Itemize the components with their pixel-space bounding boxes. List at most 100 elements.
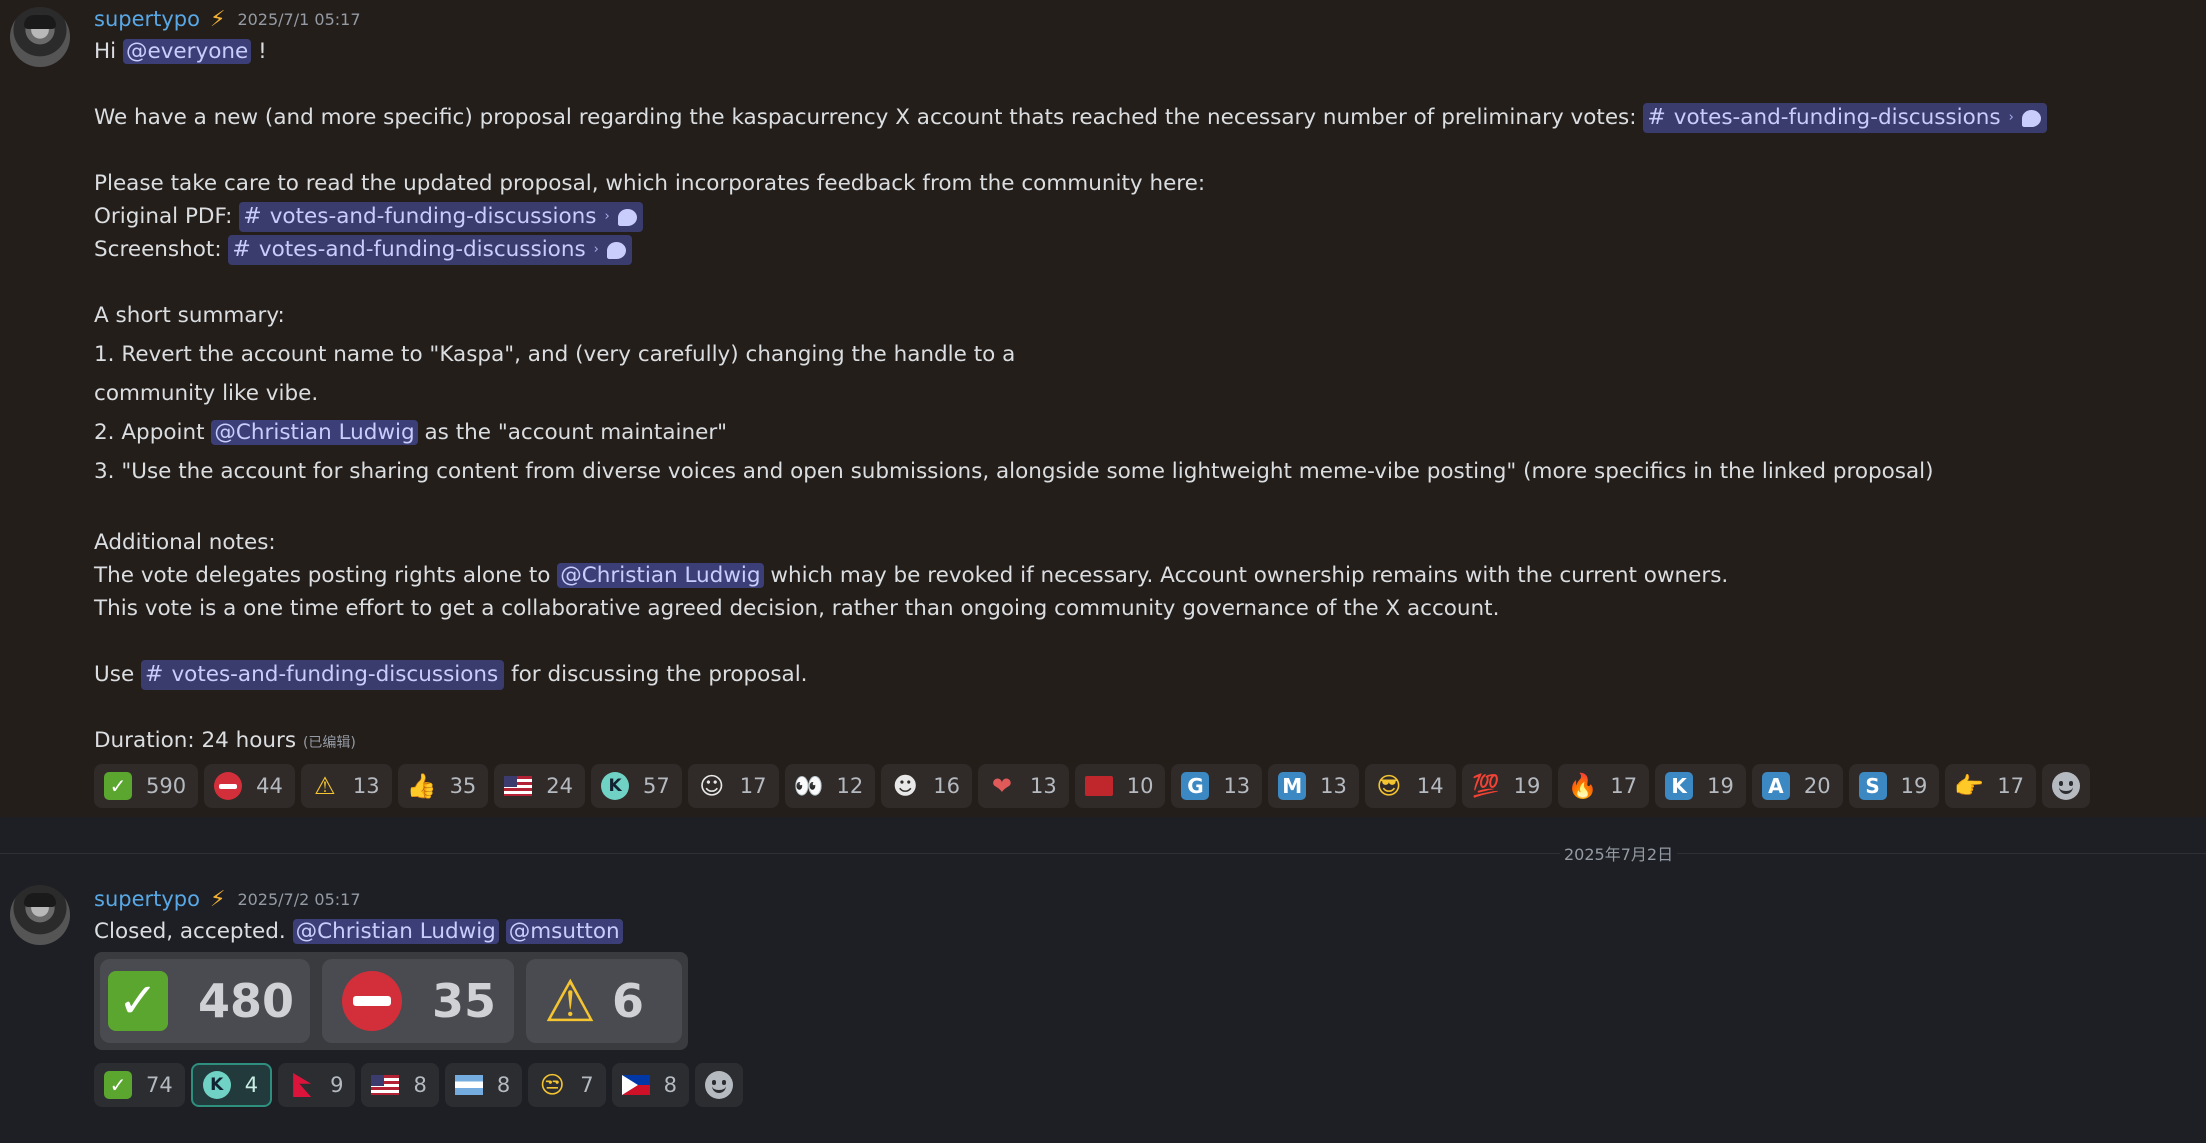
reaction[interactable]: ☻ 16 [881, 764, 972, 808]
fire-icon: 🔥 [1567, 772, 1598, 800]
reaction[interactable]: 44 [204, 764, 295, 808]
reaction[interactable]: 8 [611, 1063, 689, 1107]
reaction[interactable]: 😒 7 [528, 1063, 606, 1107]
thread-bubble-icon [617, 208, 637, 226]
warning-icon: ⚠ [544, 967, 596, 1035]
reaction[interactable]: 💯 19 [1461, 764, 1553, 808]
letter-a-icon: A [1761, 772, 1790, 800]
reaction[interactable]: K 57 [591, 764, 682, 808]
lightning-bolt-icon: ⚡ [209, 6, 226, 32]
reaction[interactable]: 👀 12 [784, 764, 876, 808]
reaction[interactable]: 8 [444, 1063, 523, 1107]
reaction[interactable]: K 19 [1655, 764, 1746, 808]
reaction[interactable]: 👉 17 [1945, 764, 2037, 808]
reaction-count: 19 [1707, 774, 1734, 798]
reaction-count: 7 [580, 1073, 594, 1097]
summary-item-1b: community like vibe. [94, 381, 319, 406]
notes-title: Additional notes: [94, 530, 276, 555]
heart-hand-icon: ❤ [991, 772, 1013, 800]
no-entry-icon [342, 971, 402, 1031]
result-abstain: ⚠ 6 [526, 959, 682, 1043]
username[interactable]: supertypo [94, 887, 200, 911]
reaction[interactable]: A 20 [1751, 764, 1843, 808]
vote-results-image[interactable]: ✓ 480 35 ⚠ 6 [94, 952, 688, 1050]
closed-line: Closed, accepted. @Christian Ludwig @msu… [94, 917, 623, 947]
reaction-count: 19 [1900, 774, 1928, 798]
channel-name: votes-and-funding-discussions [269, 204, 597, 229]
read-line: Please take care to read the updated pro… [94, 169, 1205, 199]
red-flag-icon [1084, 772, 1113, 800]
mention-christian-ludwig[interactable]: @Christian Ludwig [211, 420, 418, 445]
no-entry-icon [214, 772, 243, 800]
thread-bubble-icon [2021, 109, 2041, 127]
message-header: supertypo ⚡ 2025/7/2 05:17 [94, 886, 361, 912]
reaction-bar: ✓ 74 K4 9 8 8 😒 7 8 [94, 1063, 743, 1107]
add-reaction-button[interactable] [694, 1063, 743, 1107]
notes-line-1: The vote delegates posting rights alone … [94, 561, 1728, 591]
reaction-count: 8 [413, 1073, 427, 1097]
letter-g-icon: G [1181, 772, 1210, 800]
reaction[interactable]: 9 [278, 1063, 356, 1107]
hash-icon: # [243, 204, 262, 229]
letter-s-icon: S [1858, 772, 1887, 800]
channel-link[interactable]: # votes-and-funding-discussions › [239, 202, 643, 232]
username[interactable]: supertypo [94, 7, 200, 31]
hundred-icon: 💯 [1471, 773, 1500, 799]
mention-everyone[interactable]: @everyone [122, 39, 252, 64]
mention-christian-ludwig[interactable]: @Christian Ludwig [292, 919, 499, 944]
result-reject: 35 [322, 959, 514, 1043]
warning-icon: ⚠ [314, 772, 336, 800]
reaction[interactable]: M 13 [1268, 764, 1359, 808]
result-approve: ✓ 480 [100, 959, 310, 1043]
avatar[interactable] [10, 885, 70, 945]
mention-msutton[interactable]: @msutton [505, 919, 623, 944]
reaction[interactable]: S 19 [1848, 764, 1940, 808]
proposal-line: We have a new (and more specific) propos… [94, 103, 2047, 133]
channel-link[interactable]: # votes-and-funding-discussions › [228, 235, 632, 265]
screenshot-line: Screenshot: # votes-and-funding-discussio… [94, 235, 632, 265]
date-divider-label: 2025年7月2日 [1560, 841, 1678, 865]
letter: A [1761, 772, 1790, 800]
avatar[interactable] [10, 7, 70, 67]
reaction[interactable]: ☺ 17 [687, 764, 779, 808]
reaction-count: 12 [836, 774, 864, 798]
reaction[interactable]: 10 [1074, 764, 1166, 808]
mention-christian-ludwig[interactable]: @Christian Ludwig [557, 563, 764, 588]
letter: S [1858, 772, 1887, 800]
result-count: 480 [198, 974, 295, 1028]
channel-link[interactable]: # votes-and-funding-discussions [141, 660, 505, 690]
reaction[interactable]: G 13 [1171, 764, 1263, 808]
check-mark-icon: ✓ [104, 1071, 132, 1099]
reaction-count: 20 [1803, 774, 1831, 798]
reaction[interactable]: ✓ 74 [94, 1063, 185, 1107]
letter: K [1665, 772, 1694, 800]
greeting-line: Hi @everyone ! [94, 37, 267, 67]
reaction[interactable]: 8 [361, 1063, 439, 1107]
kaspa-icon: K [202, 1071, 231, 1099]
reaction[interactable]: ✓ 590 [94, 764, 199, 808]
reaction[interactable]: 👍 35 [397, 764, 489, 808]
reaction-count: 17 [739, 774, 767, 798]
reaction[interactable]: ⚠ 13 [300, 764, 392, 808]
reaction-bar: ✓ 590 44 ⚠ 13 👍 35 24 K 57 ☺ 17 👀 12 ☻ 16 ❤ 13 1… [94, 764, 2091, 808]
letter-k-icon: K [1665, 772, 1694, 800]
chevron-right-icon: › [2008, 110, 2014, 125]
summary-item-2: 2. Appoint @Christian Ludwig as the "acc… [94, 418, 727, 448]
hash-icon: # [232, 237, 251, 262]
reaction-selected[interactable]: K4 [190, 1063, 273, 1107]
original-pdf-line: Original PDF: # votes-and-funding-discuss… [94, 202, 643, 232]
result-count: 35 [432, 974, 497, 1028]
text: for discussing the proposal. [504, 662, 808, 687]
reaction[interactable]: 24 [494, 764, 586, 808]
channel-name: votes-and-funding-discussions [258, 237, 586, 262]
reaction[interactable]: ❤ 13 [977, 764, 1069, 808]
reaction[interactable]: 🔥 17 [1558, 764, 1650, 808]
add-reaction-button[interactable] [2042, 764, 2091, 808]
notes-line-2: This vote is a one time effort to get a … [94, 596, 1500, 621]
message-1: supertypo ⚡ 2025/7/1 05:17 Hi @everyone … [0, 0, 2206, 817]
check-mark-icon: ✓ [104, 772, 132, 800]
duration: Duration: 24 hours [94, 728, 303, 753]
reaction-count: 57 [643, 774, 670, 798]
channel-link[interactable]: # votes-and-funding-discussions › [1643, 103, 2047, 133]
reaction[interactable]: 😎 14 [1364, 764, 1456, 808]
